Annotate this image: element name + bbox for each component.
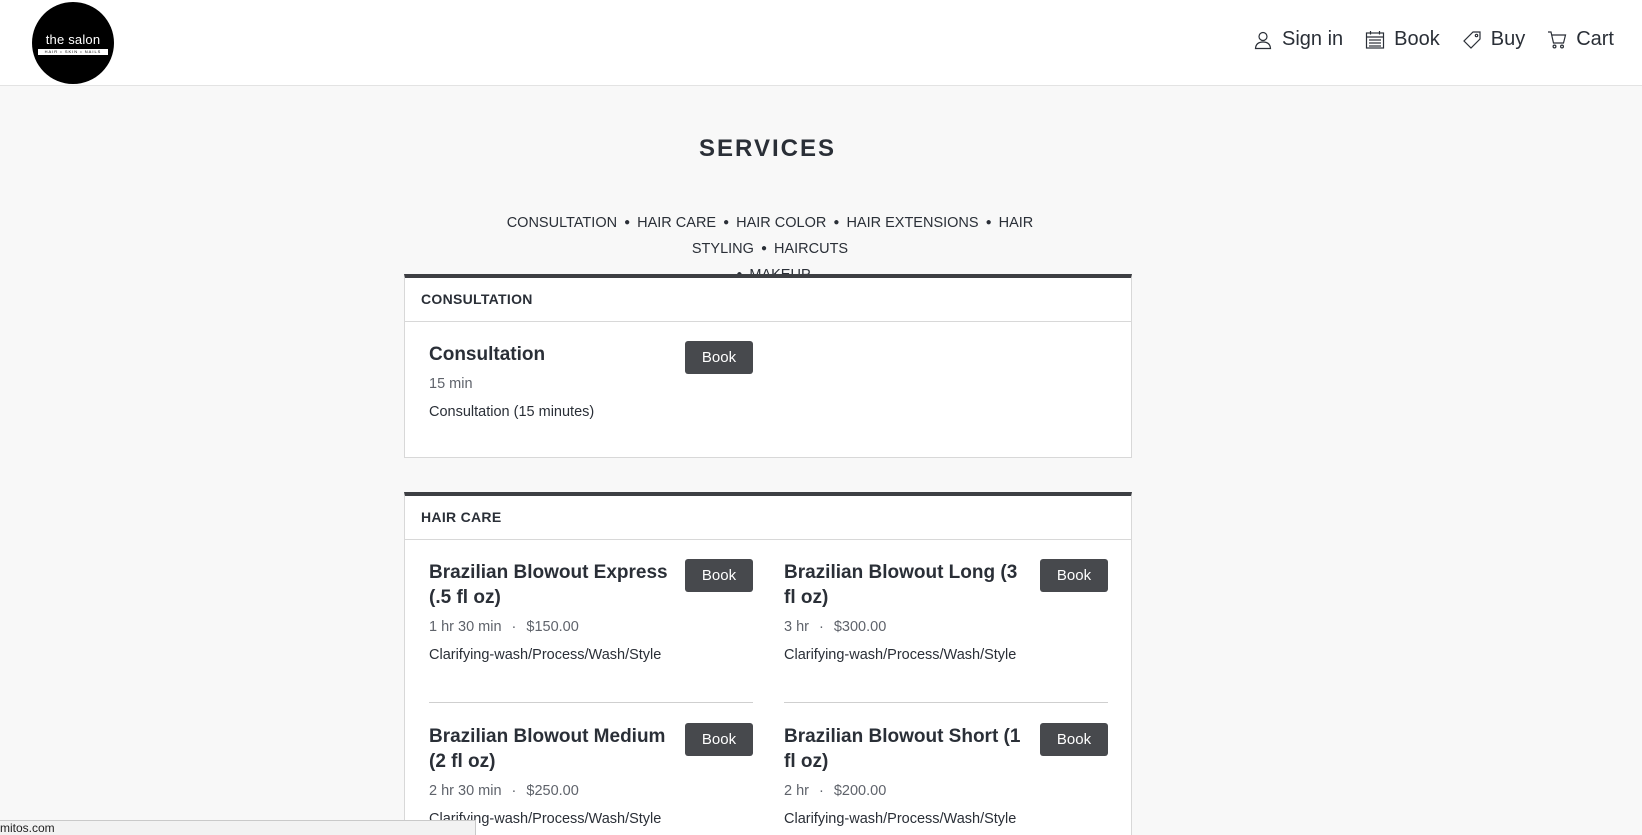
page-title: SERVICES bbox=[699, 135, 836, 162]
book-button[interactable]: Book bbox=[1040, 559, 1108, 592]
service-price: $300.00 bbox=[833, 619, 887, 635]
service-description: Clarifying-wash/Process/Wash/Style bbox=[429, 811, 662, 827]
category-link-consultation[interactable]: CONSULTATION bbox=[507, 215, 617, 231]
service-description: Consultation (15 minutes) bbox=[429, 404, 595, 420]
category-link-hair-extensions[interactable]: HAIR EXTENSIONS bbox=[846, 215, 978, 231]
service-item: Brazilian Blowout Short (1 fl oz) 2 hr · $… bbox=[784, 723, 1108, 827]
separator-dot: ● bbox=[985, 217, 992, 228]
category-link-hair-care[interactable]: HAIR CARE bbox=[637, 215, 716, 231]
service-duration: 3 hr bbox=[784, 619, 809, 635]
service-name: Brazilian Blowout Medium (2 fl oz) bbox=[429, 726, 666, 772]
browser-status-bar: mitos.com bbox=[0, 820, 476, 835]
nav-book-label: Book bbox=[1394, 28, 1440, 50]
service-meta: 3 hr · $300.00 bbox=[784, 619, 887, 635]
separator-dot: ● bbox=[723, 217, 730, 228]
service-divider bbox=[429, 702, 753, 703]
service-name: Consultation bbox=[429, 344, 546, 365]
category-link-haircuts[interactable]: HAIRCUTS bbox=[774, 241, 848, 257]
section-hair-care: HAIR CARE Brazilian Blowout Express (.5 … bbox=[404, 492, 1132, 835]
service-item: Consultation 15 min Consultation (15 min… bbox=[429, 341, 753, 420]
service-meta: 1 hr 30 min · $150.00 bbox=[429, 619, 579, 635]
separator-dot: ● bbox=[624, 217, 631, 228]
top-nav: Sign in Book Buy Cart bbox=[1253, 28, 1614, 51]
book-button[interactable]: Book bbox=[685, 559, 753, 592]
logo-tagline: HAIR • SKIN • NAILS bbox=[38, 49, 108, 55]
nav-buy[interactable]: Buy bbox=[1462, 28, 1525, 51]
section-heading: HAIR CARE bbox=[405, 496, 1131, 540]
section-consultation: CONSULTATION Consultation 15 min Consult… bbox=[404, 274, 1132, 458]
tag-icon bbox=[1462, 30, 1481, 49]
service-price: $250.00 bbox=[526, 783, 579, 799]
nav-sign-in-label: Sign in bbox=[1281, 28, 1344, 50]
section-heading: CONSULTATION bbox=[405, 278, 1131, 322]
book-button[interactable]: Book bbox=[1040, 723, 1108, 756]
site-header: the salon HAIR • SKIN • NAILS Sign in Bo… bbox=[0, 0, 1642, 86]
status-url: mitos.com bbox=[0, 821, 55, 835]
service-item: Brazilian Blowout Long (3 fl oz) 3 hr · $3… bbox=[784, 559, 1108, 663]
category-link-hair-color[interactable]: HAIR COLOR bbox=[736, 215, 826, 231]
book-button[interactable]: Book bbox=[685, 341, 753, 374]
service-duration: 2 hr bbox=[784, 783, 809, 799]
calendar-icon bbox=[1366, 30, 1385, 49]
service-item: Brazilian Blowout Express (.5 fl oz) 1 h… bbox=[429, 559, 753, 663]
service-description: Clarifying-wash/Process/Wash/Style bbox=[784, 647, 1017, 663]
nav-sign-in[interactable]: Sign in bbox=[1253, 28, 1343, 51]
service-name: Brazilian Blowout Express (.5 fl oz) bbox=[429, 562, 668, 608]
logo-name: the salon bbox=[45, 32, 101, 47]
service-duration: 2 hr 30 min bbox=[429, 783, 502, 799]
service-duration: 15 min bbox=[429, 376, 473, 392]
service-meta: 2 hr 30 min · $250.00 bbox=[429, 783, 579, 799]
nav-book[interactable]: Book bbox=[1365, 28, 1440, 51]
service-price: $200.00 bbox=[833, 783, 887, 799]
user-icon bbox=[1254, 31, 1272, 49]
service-name: Brazilian Blowout Short (1 fl oz) bbox=[784, 726, 1021, 772]
nav-cart[interactable]: Cart bbox=[1547, 28, 1614, 51]
cart-icon bbox=[1548, 30, 1567, 49]
book-button[interactable]: Book bbox=[685, 723, 753, 756]
nav-buy-label: Buy bbox=[1490, 28, 1526, 50]
separator-dot: ● bbox=[760, 243, 767, 254]
salon-logo[interactable]: the salon HAIR • SKIN • NAILS bbox=[32, 2, 114, 84]
service-name: Brazilian Blowout Long (3 fl oz) bbox=[784, 562, 1018, 608]
service-divider bbox=[784, 702, 1108, 703]
service-duration: 1 hr 30 min bbox=[429, 619, 502, 635]
service-meta: 2 hr · $200.00 bbox=[784, 783, 887, 799]
service-price: $150.00 bbox=[526, 619, 579, 635]
nav-cart-label: Cart bbox=[1576, 28, 1614, 50]
service-description: Clarifying-wash/Process/Wash/Style bbox=[429, 647, 662, 663]
service-description: Clarifying-wash/Process/Wash/Style bbox=[784, 811, 1017, 827]
service-item: Brazilian Blowout Medium (2 fl oz) 2 hr … bbox=[429, 723, 753, 827]
separator-dot: ● bbox=[833, 217, 840, 228]
